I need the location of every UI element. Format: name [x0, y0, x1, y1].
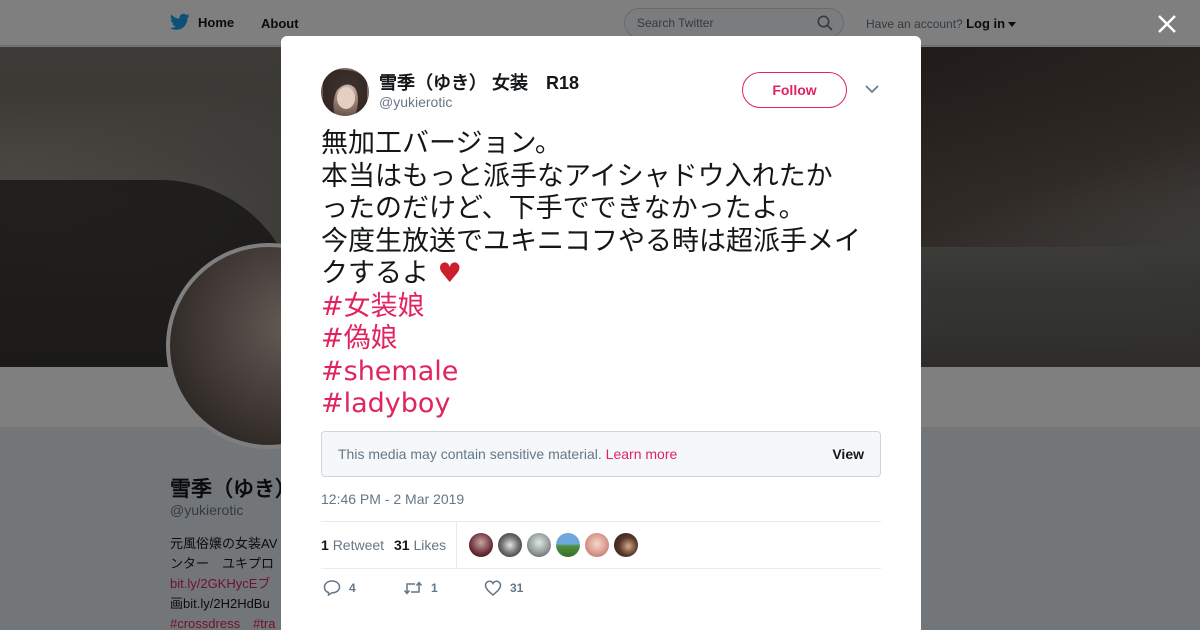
hashtag-link[interactable]: #偽娘: [321, 323, 891, 356]
retweet-icon: [403, 581, 423, 595]
tweet-username[interactable]: @yukierotic: [379, 94, 452, 110]
reply-count: 4: [349, 581, 356, 595]
reply-button[interactable]: 4: [323, 580, 356, 596]
likes-count: 31: [394, 537, 410, 553]
likes-stat-label: Likes: [413, 537, 447, 553]
tweet-text: 無加工バージョン。 本当はもっと派手なアイシャドウ入れたか ったのだけど、下手で…: [321, 128, 891, 421]
liker-avatar[interactable]: [498, 533, 522, 557]
retweet-stat-label: Retweet: [332, 537, 385, 553]
view-media-button[interactable]: View: [832, 446, 864, 462]
reply-icon: [323, 580, 341, 596]
avatar-photo: [323, 69, 367, 116]
tweet-text-line: ったのだけど、下手でできなかったよ。: [321, 193, 806, 224]
hashtag-link[interactable]: #ladyboy: [321, 388, 891, 421]
liker-avatar[interactable]: [585, 533, 609, 557]
tweet-actions: 4 1 31: [321, 580, 881, 604]
liker-avatar[interactable]: [527, 533, 551, 557]
follow-button[interactable]: Follow: [742, 72, 847, 108]
tweet-text-segment: クするよ: [321, 258, 429, 289]
likes-stat[interactable]: 31 Likes: [394, 537, 446, 553]
close-icon[interactable]: [1155, 12, 1179, 36]
sensitive-media-notice: This media may contain sensitive materia…: [321, 431, 881, 477]
tweet-text-line: 本当はもっと派手なアイシャドウ入れたか: [321, 160, 833, 192]
tweet-timestamp[interactable]: 12:46 PM - 2 Mar 2019: [321, 491, 464, 507]
hashtag-link[interactable]: #shemale: [321, 356, 891, 389]
heart-icon: [484, 580, 502, 596]
stats-divider: [456, 522, 457, 569]
liker-avatar[interactable]: [556, 533, 580, 557]
like-button[interactable]: 31: [484, 580, 523, 596]
retweet-stat[interactable]: 1 Retweet: [321, 537, 384, 553]
tweet-author-avatar[interactable]: [321, 68, 369, 116]
tweet-display-name[interactable]: 雪季（ゆき） 女装 R18: [379, 69, 579, 95]
heart-emoji-icon: ♥: [437, 258, 462, 289]
tweet-text-line: 無加工バージョン。: [321, 128, 562, 159]
tweet-text-line: 今度生放送でユキニコフやる時は超派手メイ: [321, 225, 861, 257]
retweet-button[interactable]: 1: [403, 580, 438, 596]
retweet-action-count: 1: [431, 581, 438, 595]
tweet-stats: 1 Retweet 31 Likes: [321, 521, 881, 569]
liker-avatar[interactable]: [614, 533, 638, 557]
learn-more-link[interactable]: Learn more: [606, 446, 678, 462]
tweet-text-line-with-emoji: クするよ ♥: [321, 258, 891, 291]
retweet-count: 1: [321, 537, 329, 553]
liker-avatar[interactable]: [469, 533, 493, 557]
chevron-down-icon[interactable]: [865, 84, 879, 94]
liker-avatars: [469, 533, 638, 557]
sensitive-notice-text: This media may contain sensitive materia…: [338, 446, 602, 462]
hashtag-link[interactable]: #女装娘: [321, 291, 891, 324]
tweet-modal: 雪季（ゆき） 女装 R18 @yukierotic Follow 無加工バージョ…: [281, 36, 921, 630]
like-action-count: 31: [510, 581, 524, 595]
